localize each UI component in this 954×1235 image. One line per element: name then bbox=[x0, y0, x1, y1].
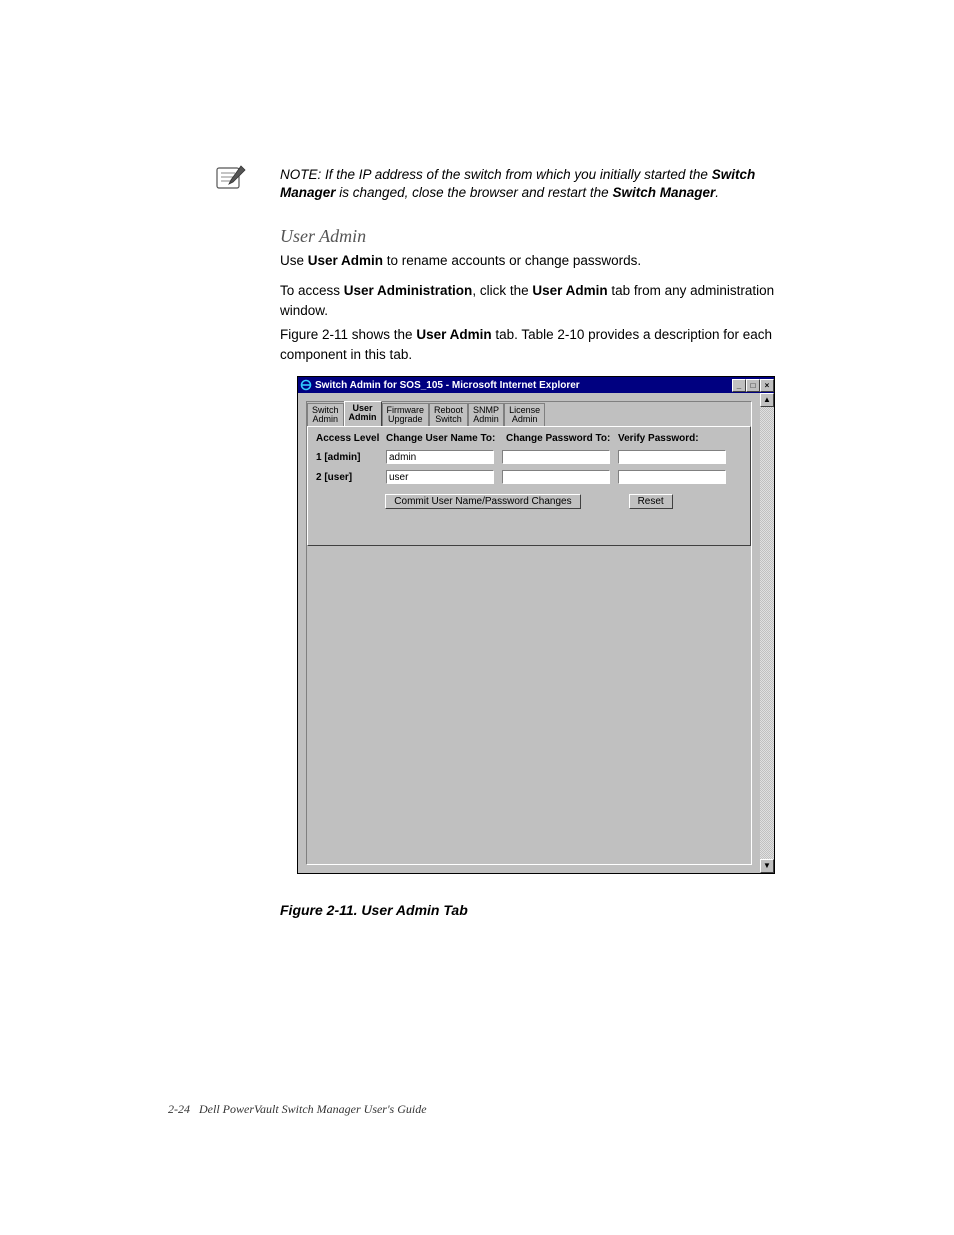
commit-button[interactable]: Commit User Name/Password Changes bbox=[385, 494, 580, 509]
header-verify-password: Verify Password: bbox=[618, 433, 718, 444]
window-title: Switch Admin for SOS_105 - Microsoft Int… bbox=[315, 380, 580, 391]
vertical-scrollbar[interactable]: ▲ ▼ bbox=[760, 393, 774, 873]
window-titlebar: Switch Admin for SOS_105 - Microsoft Int… bbox=[298, 377, 774, 393]
note-mid: is changed, close the browser and restar… bbox=[336, 185, 613, 200]
paragraph-1: Use User Admin to rename accounts or cha… bbox=[280, 251, 780, 271]
tab-switch-admin[interactable]: Switch Admin bbox=[307, 403, 344, 427]
paragraph-2: To access User Administration, click the… bbox=[280, 281, 780, 320]
minimize-button[interactable]: _ bbox=[732, 379, 746, 392]
column-headers: Access Level Change User Name To: Change… bbox=[308, 433, 750, 444]
note-icon bbox=[215, 164, 247, 192]
tab-body: Access Level Change User Name To: Change… bbox=[307, 426, 751, 546]
note-bold-2: Switch Manager bbox=[612, 185, 715, 200]
note-text: NOTE: If the IP address of the switch fr… bbox=[280, 166, 780, 202]
reset-button[interactable]: Reset bbox=[629, 494, 673, 509]
footer-title: Dell PowerVault Switch Manager User's Gu… bbox=[199, 1102, 427, 1116]
section-heading: User Admin bbox=[280, 226, 366, 247]
maximize-button[interactable]: □ bbox=[746, 379, 760, 392]
page-number: 2-24 bbox=[168, 1102, 190, 1116]
password-input-admin[interactable] bbox=[502, 450, 610, 464]
screenshot-window: Switch Admin for SOS_105 - Microsoft Int… bbox=[297, 376, 775, 874]
password-input-user[interactable] bbox=[502, 470, 610, 484]
tab-reboot-switch[interactable]: Reboot Switch bbox=[429, 403, 468, 427]
page-footer: 2-24 Dell PowerVault Switch Manager User… bbox=[168, 1102, 427, 1117]
window-content: ▲ ▼ Switch Admin User Admin Firmware Upg… bbox=[298, 393, 774, 873]
document-page: NOTE: If the IP address of the switch fr… bbox=[0, 0, 954, 1235]
tab-strip: Switch Admin User Admin Firmware Upgrade… bbox=[307, 402, 751, 426]
row-label-user: 2 [user] bbox=[316, 472, 386, 483]
note-suffix: . bbox=[715, 185, 719, 200]
table-row: 2 [user] bbox=[308, 470, 750, 484]
window-controls: _ □ × bbox=[732, 379, 774, 392]
header-change-username: Change User Name To: bbox=[386, 433, 506, 444]
close-button[interactable]: × bbox=[760, 379, 774, 392]
tab-firmware-upgrade[interactable]: Firmware Upgrade bbox=[382, 403, 430, 427]
admin-panel: Switch Admin User Admin Firmware Upgrade… bbox=[306, 401, 752, 865]
scroll-up-icon[interactable]: ▲ bbox=[760, 393, 774, 407]
username-input-user[interactable] bbox=[386, 470, 494, 484]
figure-caption: Figure 2-11. User Admin Tab bbox=[280, 902, 468, 918]
table-row: 1 [admin] bbox=[308, 450, 750, 464]
verify-password-input-user[interactable] bbox=[618, 470, 726, 484]
header-access-level: Access Level bbox=[316, 433, 386, 444]
paragraph-3: Figure 2-11 shows the User Admin tab. Ta… bbox=[280, 325, 780, 364]
ie-icon bbox=[300, 379, 312, 391]
tab-license-admin[interactable]: License Admin bbox=[504, 403, 545, 427]
username-input-admin[interactable] bbox=[386, 450, 494, 464]
scroll-down-icon[interactable]: ▼ bbox=[760, 859, 774, 873]
tab-snmp-admin[interactable]: SNMP Admin bbox=[468, 403, 504, 427]
button-row: Commit User Name/Password Changes Reset bbox=[308, 494, 750, 509]
note-prefix: NOTE: If the IP address of the switch fr… bbox=[280, 167, 712, 182]
verify-password-input-admin[interactable] bbox=[618, 450, 726, 464]
row-label-admin: 1 [admin] bbox=[316, 452, 386, 463]
header-change-password: Change Password To: bbox=[506, 433, 618, 444]
tab-user-admin[interactable]: User Admin bbox=[344, 401, 382, 426]
